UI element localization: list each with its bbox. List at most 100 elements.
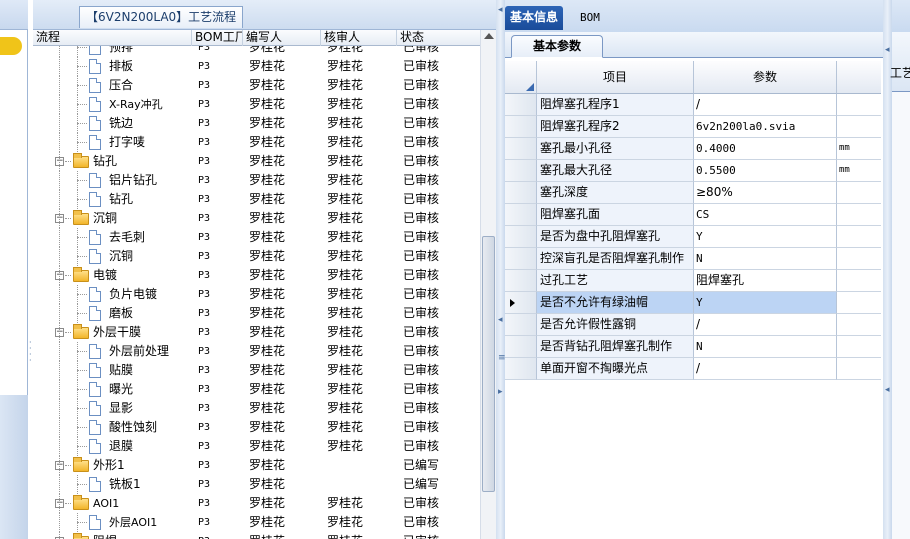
tree-node-label[interactable]: 贴膜: [109, 361, 133, 380]
tree-group-row[interactable]: − 电镀 P3 罗桂花 罗桂花 已审核: [33, 266, 480, 285]
tree-step-row[interactable]: 铝片钻孔 P3 罗桂花 罗桂花 已审核: [33, 171, 480, 190]
tree-step-row[interactable]: 负片电镀 P3 罗桂花 罗桂花 已审核: [33, 285, 480, 304]
tab-basic-info[interactable]: 基本信息: [505, 6, 564, 30]
tree-node-label[interactable]: 沉铜: [93, 209, 117, 228]
column-header-flow[interactable]: 流程: [33, 30, 192, 46]
param-value-cell[interactable]: /: [694, 94, 837, 116]
tree-node-label[interactable]: 磨板: [109, 304, 133, 323]
column-header-writer[interactable]: 编写人: [243, 30, 321, 46]
splitter-arrow-icon[interactable]: ▸: [498, 388, 503, 397]
tree-group-row[interactable]: − 外层干膜 P3 罗桂花 罗桂花 已审核: [33, 323, 480, 342]
tree-node-label[interactable]: 铣板1: [109, 475, 141, 494]
tab-basic-params[interactable]: 基本参数: [511, 35, 603, 58]
tree-node-label[interactable]: 预排: [109, 46, 133, 57]
tree-node-label[interactable]: 曝光: [109, 380, 133, 399]
param-value-cell[interactable]: N: [694, 248, 837, 270]
tree-node-label[interactable]: 打字唛: [109, 133, 145, 152]
tree-step-row[interactable]: 钻孔 P3 罗桂花 罗桂花 已审核: [33, 190, 480, 209]
scrollbar-thumb[interactable]: [482, 236, 495, 492]
grid-header-param[interactable]: 参数: [694, 61, 837, 94]
row-selector[interactable]: [505, 248, 537, 270]
tree-step-row[interactable]: 显影 P3 罗桂花 罗桂花 已审核: [33, 399, 480, 418]
tree-node-label[interactable]: 钻孔: [93, 152, 117, 171]
tree-step-row[interactable]: 贴膜 P3 罗桂花 罗桂花 已审核: [33, 361, 480, 380]
tree-node-label[interactable]: 电镀: [93, 266, 117, 285]
param-row[interactable]: 塞孔最小孔径 0.4000 mm: [505, 138, 881, 160]
splitter-arrow-icon[interactable]: ◂: [498, 6, 503, 15]
tree-node-label[interactable]: X-Ray冲孔: [109, 95, 163, 114]
param-row[interactable]: 阻焊塞孔程序1/: [505, 94, 881, 116]
grid-header-unit[interactable]: [837, 61, 881, 94]
param-value-cell[interactable]: 阻焊塞孔: [694, 270, 837, 292]
tree-node-label[interactable]: AOI1: [93, 494, 119, 513]
tree-node-label[interactable]: 外层前处理: [109, 342, 169, 361]
tree-node-label[interactable]: 阻焊: [93, 532, 117, 539]
param-value-cell[interactable]: CS: [694, 204, 837, 226]
row-selector[interactable]: [505, 292, 537, 314]
splitter-arrow-icon[interactable]: ◂: [885, 46, 890, 55]
tree-step-row[interactable]: 外层AOI1 P3 罗桂花 罗桂花 已审核: [33, 513, 480, 532]
param-row[interactable]: 控深盲孔是否阻焊塞孔制作 N: [505, 248, 881, 270]
param-value-cell[interactable]: ≥80%: [694, 182, 837, 204]
tree-group-row[interactable]: − AOI1 P3 罗桂花 罗桂花 已审核: [33, 494, 480, 513]
tree-step-row[interactable]: 去毛刺 P3 罗桂花 罗桂花 已审核: [33, 228, 480, 247]
tree-node-label[interactable]: 铣边: [109, 114, 133, 133]
tree-node-label[interactable]: 外层AOI1: [109, 513, 157, 532]
param-value-cell[interactable]: 0.4000: [694, 138, 837, 160]
chat-icon[interactable]: [0, 37, 22, 55]
row-selector[interactable]: [505, 116, 537, 138]
param-row[interactable]: 阻焊塞孔面 CS: [505, 204, 881, 226]
row-selector[interactable]: [505, 160, 537, 182]
tree-node-label[interactable]: 退膜: [109, 437, 133, 456]
param-value-cell[interactable]: Y: [694, 292, 837, 314]
param-row[interactable]: 单面开窗不掏曝光点 /: [505, 358, 881, 380]
far-right-tab-label[interactable]: 工艺: [890, 64, 910, 81]
tree-node-label[interactable]: 铝片钻孔: [109, 171, 157, 190]
tree-group-row[interactable]: −阻焊P3罗桂花罗桂花已审核: [33, 532, 480, 539]
tree-node-label[interactable]: 外层干膜: [93, 323, 141, 342]
row-selector[interactable]: [505, 270, 537, 292]
tree-node-label[interactable]: 负片电镀: [109, 285, 157, 304]
param-row[interactable]: 是否不允许有绿油帽 Y: [505, 292, 881, 314]
center-splitter[interactable]: ◂ ◂ ≡ ▸: [496, 0, 506, 539]
tree-step-row[interactable]: 磨板 P3 罗桂花 罗桂花 已审核: [33, 304, 480, 323]
param-row[interactable]: 过孔工艺 阻焊塞孔: [505, 270, 881, 292]
column-header-bom[interactable]: BOM工厂: [192, 30, 243, 46]
tree-step-row[interactable]: 压合 P3 罗桂花 罗桂花 已审核: [33, 76, 480, 95]
tree-node-label[interactable]: 外形1: [93, 456, 125, 475]
row-selector[interactable]: [505, 314, 537, 336]
tree-step-row[interactable]: 预排 P3 罗桂花 罗桂花 已审核: [33, 46, 480, 57]
param-row[interactable]: 是否允许假性露铜 /: [505, 314, 881, 336]
param-row[interactable]: 塞孔深度 ≥80%: [505, 182, 881, 204]
tree-step-row[interactable]: X-Ray冲孔 P3 罗桂花 罗桂花 已审核: [33, 95, 480, 114]
row-selector[interactable]: [505, 138, 537, 160]
param-value-cell[interactable]: 0.5500: [694, 160, 837, 182]
tree-node-label[interactable]: 钻孔: [109, 190, 133, 209]
row-selector[interactable]: [505, 182, 537, 204]
tab-bom[interactable]: BOM: [575, 6, 605, 30]
row-selector[interactable]: [505, 204, 537, 226]
tree-step-row[interactable]: 打字唛 P3 罗桂花 罗桂花 已审核: [33, 133, 480, 152]
splitter-arrow-icon[interactable]: ◂: [885, 386, 890, 395]
tree-step-row[interactable]: 酸性蚀刻 P3 罗桂花 罗桂花 已审核: [33, 418, 480, 437]
tree-node-label[interactable]: 显影: [109, 399, 133, 418]
column-header-status[interactable]: 状态: [397, 30, 480, 46]
grid-corner[interactable]: [505, 61, 537, 94]
tree-group-row[interactable]: − 钻孔 P3 罗桂花 罗桂花 已审核: [33, 152, 480, 171]
row-selector[interactable]: [505, 226, 537, 248]
row-selector[interactable]: [505, 94, 537, 116]
param-value-cell[interactable]: /: [694, 358, 837, 380]
param-value-cell[interactable]: /: [694, 314, 837, 336]
row-selector[interactable]: [505, 336, 537, 358]
tree-node-label[interactable]: 去毛刺: [109, 228, 145, 247]
tree-step-row[interactable]: 排板 P3 罗桂花 罗桂花 已审核: [33, 57, 480, 76]
grid-header-item[interactable]: 项目: [537, 61, 694, 94]
tree-node-label[interactable]: 酸性蚀刻: [109, 418, 157, 437]
param-row[interactable]: 是否为盘中孔阻焊塞孔 Y: [505, 226, 881, 248]
row-selector[interactable]: [505, 358, 537, 380]
scroll-up-arrow-icon[interactable]: [484, 33, 494, 39]
param-value-cell[interactable]: N: [694, 336, 837, 358]
tree-vertical-scrollbar[interactable]: [480, 30, 496, 539]
tree-step-row[interactable]: 曝光 P3 罗桂花 罗桂花 已审核: [33, 380, 480, 399]
tree-node-label[interactable]: 压合: [109, 76, 133, 95]
